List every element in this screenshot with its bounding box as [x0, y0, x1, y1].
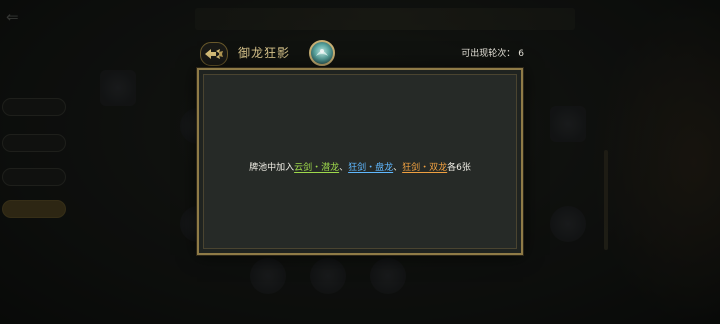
description-separator: 、 [393, 163, 403, 173]
jade-dragon-emblem-icon [309, 40, 335, 66]
description-suffix: 各6张 [447, 163, 471, 173]
back-button[interactable] [200, 42, 228, 66]
game-screen: ⇐ 御龙狂影 可出现轮次： 6 [0, 0, 720, 324]
card-keyword-link[interactable]: 狂剑・盘龙 [348, 163, 393, 173]
winged-arrow-back-icon [205, 49, 223, 59]
card-keyword-link[interactable]: 狂剑・双龙 [402, 163, 447, 173]
dialog-panel: 牌池中加入云剑・潜龙、狂剑・盘龙、狂剑・双龙各6张 [197, 68, 523, 255]
description-prefix: 牌池中加入 [249, 163, 295, 173]
dialog-description: 牌池中加入云剑・潜龙、狂剑・盘龙、狂剑・双龙各6张 [204, 161, 516, 175]
dialog-panel-inner: 牌池中加入云剑・潜龙、狂剑・盘龙、狂剑・双龙各6张 [203, 74, 517, 249]
rounds-label: 可出现轮次： [461, 49, 516, 59]
rounds-value: 6 [518, 49, 524, 59]
card-keyword-link[interactable]: 云剑・潜龙 [294, 163, 339, 173]
rounds-info: 可出现轮次： 6 [461, 46, 524, 62]
dialog-title: 御龙狂影 [238, 46, 291, 60]
description-separator: 、 [339, 163, 349, 173]
